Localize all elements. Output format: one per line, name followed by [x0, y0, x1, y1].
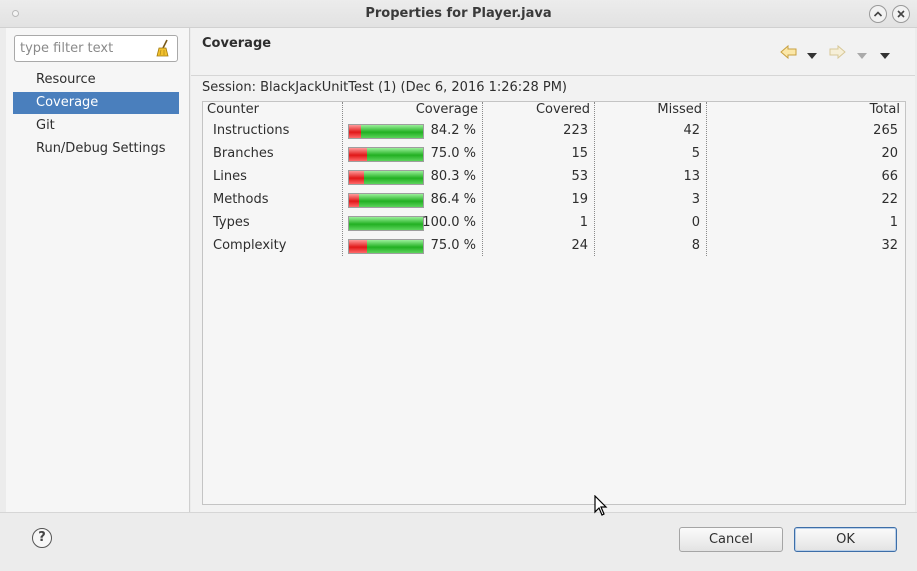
close-button[interactable]: [892, 5, 910, 23]
coverage-percent-cell: 86.4 %: [430, 192, 476, 207]
sidebar-item-resource[interactable]: Resource: [13, 69, 179, 91]
filter-input[interactable]: type filter text: [14, 35, 178, 62]
cancel-button[interactable]: Cancel: [679, 527, 783, 552]
missed-cell: 8: [691, 238, 700, 253]
total-cell: 20: [881, 146, 898, 161]
table-row[interactable]: Instructions 84.2 % 223 42 265: [203, 119, 905, 142]
column-header-covered[interactable]: Covered: [483, 102, 590, 119]
arrow-right-icon[interactable]: [828, 44, 846, 60]
filter-placeholder: type filter text: [20, 41, 114, 56]
table-row[interactable]: Methods 86.4 % 19 3 22: [203, 188, 905, 211]
close-icon: [897, 10, 905, 18]
forward-history-chevron-down-icon[interactable]: [856, 48, 868, 64]
counter-cell: Branches: [213, 146, 274, 161]
missed-bar-segment: [349, 148, 367, 161]
coverage-percent-cell: 75.0 %: [430, 238, 476, 253]
broom-icon[interactable]: [156, 39, 170, 57]
header-divider: [191, 75, 915, 76]
sidebar-item-git[interactable]: Git: [13, 115, 179, 137]
window-title: Properties for Player.java: [365, 6, 552, 21]
total-cell: 66: [881, 169, 898, 184]
coverage-percent-cell: 75.0 %: [430, 146, 476, 161]
covered-cell: 19: [571, 192, 588, 207]
counter-cell: Instructions: [213, 123, 290, 138]
covered-cell: 15: [571, 146, 588, 161]
table-row[interactable]: Branches 75.0 % 15 5 20: [203, 142, 905, 165]
column-header-total[interactable]: Total: [707, 102, 900, 119]
sidebar: type filter text Resource Coverage Git R…: [6, 28, 190, 512]
column-header-counter[interactable]: Counter: [207, 102, 259, 119]
help-icon[interactable]: ?: [32, 528, 52, 548]
missed-bar-segment: [349, 125, 361, 138]
coverage-percent-cell: 100.0 %: [422, 215, 476, 230]
total-cell: 265: [873, 123, 898, 138]
missed-cell: 0: [691, 215, 700, 230]
missed-cell: 13: [683, 169, 700, 184]
sidebar-item-coverage[interactable]: Coverage: [13, 92, 179, 114]
table-header: Counter Coverage Covered Missed Total: [203, 102, 905, 119]
total-cell: 1: [889, 215, 898, 230]
column-header-missed[interactable]: Missed: [595, 102, 702, 119]
coverage-percent-cell: 84.2 %: [430, 123, 476, 138]
total-cell: 32: [881, 238, 898, 253]
missed-cell: 3: [691, 192, 700, 207]
ok-button[interactable]: OK: [794, 527, 897, 552]
covered-cell: 223: [563, 123, 588, 138]
missed-cell: 5: [691, 146, 700, 161]
counter-cell: Methods: [213, 192, 269, 207]
total-cell: 22: [881, 192, 898, 207]
table-row[interactable]: Complexity 75.0 % 24 8 32: [203, 234, 905, 257]
sidebar-item-run-debug-settings[interactable]: Run/Debug Settings: [13, 138, 179, 160]
session-label: Session: BlackJackUnitTest (1) (Dec 6, 2…: [202, 80, 567, 95]
missed-bar-segment: [349, 171, 364, 184]
content-pane: Coverage Session: BlackJackUnitTest (1) …: [191, 28, 915, 512]
missed-bar-segment: [349, 194, 359, 207]
covered-cell: 24: [571, 238, 588, 253]
counter-cell: Complexity: [213, 238, 287, 253]
covered-cell: 53: [571, 169, 588, 184]
counter-cell: Lines: [213, 169, 247, 184]
maximize-button[interactable]: [869, 5, 887, 23]
coverage-percent-cell: 80.3 %: [430, 169, 476, 184]
covered-cell: 1: [579, 215, 588, 230]
mouse-cursor-icon: [594, 495, 608, 516]
chevron-up-icon: [873, 11, 883, 17]
missed-bar-segment: [349, 240, 367, 253]
dialog-button-bar: ? Cancel OK: [0, 512, 917, 571]
counter-cell: Types: [213, 215, 250, 230]
back-history-chevron-down-icon[interactable]: [806, 48, 818, 64]
arrow-left-icon[interactable]: [780, 44, 798, 60]
coverage-table[interactable]: Counter Coverage Covered Missed Total In…: [202, 101, 906, 505]
table-row[interactable]: Types 100.0 % 1 0 1: [203, 211, 905, 234]
view-menu-chevron-down-icon[interactable]: [879, 48, 891, 64]
table-row[interactable]: Lines 80.3 % 53 13 66: [203, 165, 905, 188]
title-bar: Properties for Player.java: [0, 0, 917, 28]
page-title: Coverage: [202, 36, 272, 51]
missed-cell: 42: [683, 123, 700, 138]
column-header-coverage[interactable]: Coverage: [343, 102, 478, 119]
